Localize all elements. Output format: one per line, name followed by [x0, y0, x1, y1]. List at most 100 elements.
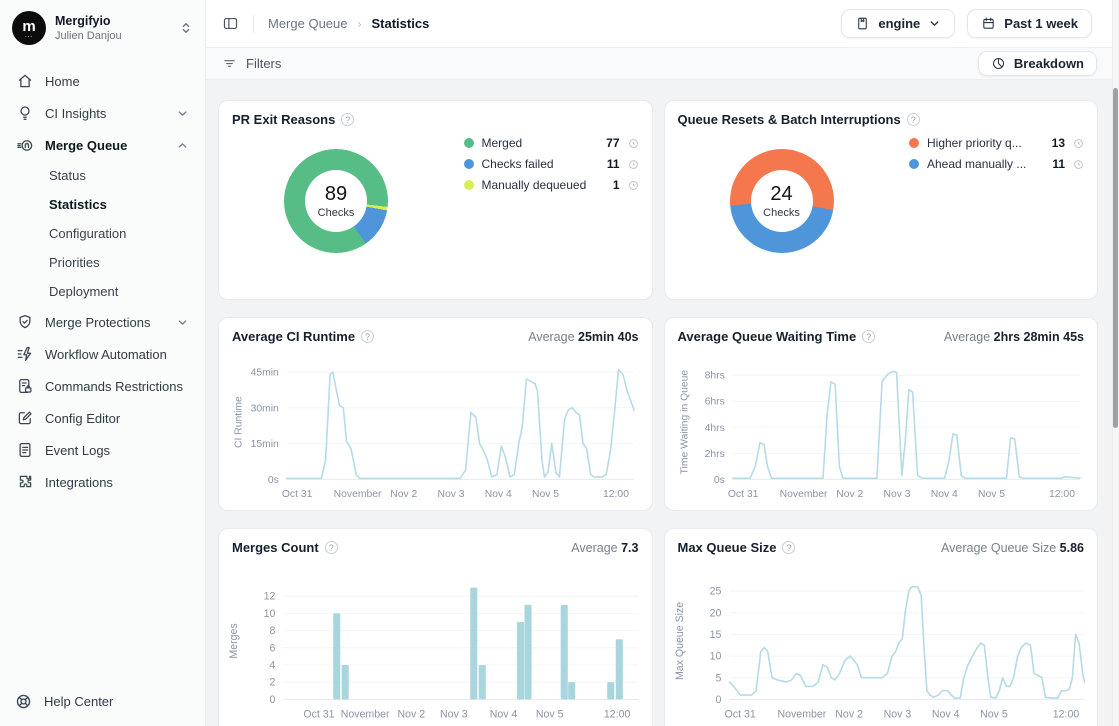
- help-icon[interactable]: ?: [361, 330, 374, 343]
- help-icon[interactable]: ?: [907, 113, 920, 126]
- filters-label: Filters: [246, 56, 281, 71]
- card-title: Max Queue Size: [678, 540, 777, 555]
- legend-value: 13: [1043, 136, 1065, 150]
- dashboard-content: PR Exit Reasons ? 89 Checks Me: [206, 80, 1119, 726]
- breadcrumb-merge-queue[interactable]: Merge Queue: [268, 16, 348, 31]
- svg-text:Nov 5: Nov 5: [980, 709, 1008, 721]
- chevron-down-icon: [176, 107, 189, 120]
- donut-total-label: Checks: [318, 207, 355, 219]
- legend-label: Checks failed: [482, 157, 590, 171]
- org-switcher[interactable]: m ... Mergifyio Julien Danjou: [0, 0, 205, 55]
- svg-text:Merges: Merges: [228, 623, 240, 658]
- card-title: Queue Resets & Batch Interruptions: [678, 112, 901, 127]
- svg-text:November: November: [334, 489, 382, 500]
- legend-dot: [909, 159, 919, 169]
- sidebar-item-integrations[interactable]: Integrations: [10, 466, 195, 498]
- calendar-icon: [981, 16, 996, 31]
- help-center-label: Help Center: [44, 694, 113, 709]
- legend-label: Manually dequeued: [482, 178, 590, 192]
- svg-text:November: November: [779, 489, 827, 500]
- sidebar: m ... Mergifyio Julien Danjou Home CI In…: [0, 0, 206, 726]
- filters-button[interactable]: Filters: [222, 56, 281, 71]
- org-block: Mergifyio Julien Danjou: [55, 14, 122, 42]
- sidebar-item-merge-queue[interactable]: Merge Queue: [10, 129, 195, 161]
- sidebar-toggle-icon[interactable]: [222, 15, 239, 32]
- svg-text:Nov 3: Nov 3: [437, 489, 464, 500]
- sidebar-subitem-deployment[interactable]: Deployment: [10, 277, 195, 306]
- sidebar-item-home[interactable]: Home: [10, 65, 195, 97]
- sidebar-subitem-statistics[interactable]: Statistics: [10, 190, 195, 219]
- svg-text:6hrs: 6hrs: [704, 397, 724, 408]
- svg-text:Max Queue Size: Max Queue Size: [674, 602, 686, 680]
- svg-text:15min: 15min: [251, 439, 279, 450]
- date-range-value: Past 1 week: [1004, 16, 1078, 31]
- org-user: Julien Danjou: [55, 30, 122, 42]
- card-title: Average CI Runtime: [232, 329, 355, 344]
- shield-icon: [16, 313, 34, 331]
- legend-value: 11: [598, 157, 620, 171]
- scrollbar-thumb[interactable]: [1113, 88, 1118, 428]
- svg-text:Nov 3: Nov 3: [440, 709, 468, 721]
- legend-dot: [464, 138, 474, 148]
- svg-text:12: 12: [264, 591, 276, 603]
- filter-icon: [222, 56, 237, 71]
- legend-value: 77: [598, 136, 620, 150]
- legend-item-higher-priority[interactable]: Higher priority q... 13: [909, 136, 1084, 150]
- pie-chart-icon: [991, 56, 1006, 71]
- date-range-button[interactable]: Past 1 week: [967, 9, 1092, 38]
- chevron-down-icon: [176, 316, 189, 329]
- card-queue-resets: Queue Resets & Batch Interruptions ? 24 …: [664, 100, 1099, 300]
- svg-text:0s: 0s: [713, 475, 724, 486]
- sidebar-subitem-status[interactable]: Status: [10, 161, 195, 190]
- sidebar-item-commands-restrictions[interactable]: Commands Restrictions: [10, 370, 195, 402]
- average-readout: Average Queue Size 5.86: [941, 541, 1084, 555]
- svg-text:Oct 31: Oct 31: [727, 489, 758, 500]
- svg-text:November: November: [777, 709, 826, 721]
- help-icon[interactable]: ?: [341, 113, 354, 126]
- edit-icon: [16, 409, 34, 427]
- sidebar-item-label: Commands Restrictions: [45, 379, 183, 394]
- legend-label: Higher priority q...: [927, 136, 1035, 150]
- breakdown-button[interactable]: Breakdown: [978, 51, 1097, 76]
- legend-item-ahead-manually[interactable]: Ahead manually ... 11: [909, 157, 1084, 171]
- card-pr-exit-reasons: PR Exit Reasons ? 89 Checks Me: [218, 100, 653, 300]
- sidebar-item-label: Merge Queue: [45, 138, 127, 153]
- help-icon[interactable]: ?: [862, 330, 875, 343]
- svg-text:0: 0: [270, 694, 276, 706]
- svg-text:2hrs: 2hrs: [704, 449, 724, 460]
- sidebar-item-label: Config Editor: [45, 411, 120, 426]
- breadcrumb-separator: ›: [358, 17, 362, 31]
- sidebar-item-label: Integrations: [45, 475, 113, 490]
- svg-text:20: 20: [709, 607, 721, 619]
- org-switcher-icon[interactable]: [179, 21, 193, 35]
- breakdown-label: Breakdown: [1014, 56, 1084, 71]
- help-center[interactable]: Help Center: [0, 677, 205, 726]
- sidebar-item-config-editor[interactable]: Config Editor: [10, 402, 195, 434]
- merges-count-chart: 024681012Oct 31NovemberNov 2Nov 3Nov 4No…: [225, 566, 643, 726]
- svg-text:45min: 45min: [251, 367, 279, 378]
- legend-item-merged[interactable]: Merged 77: [464, 136, 639, 150]
- engine-select[interactable]: engine: [841, 9, 955, 38]
- svg-text:Nov 5: Nov 5: [536, 709, 564, 721]
- document-icon: [16, 441, 34, 459]
- sidebar-subitem-priorities[interactable]: Priorities: [10, 248, 195, 277]
- sidebar-item-ci-insights[interactable]: CI Insights: [10, 97, 195, 129]
- average-readout: Average 25min 40s: [528, 330, 638, 344]
- sidebar-item-workflow-automation[interactable]: Workflow Automation: [10, 338, 195, 370]
- svg-text:2: 2: [270, 677, 276, 689]
- help-icon[interactable]: ?: [782, 541, 795, 554]
- help-icon[interactable]: ?: [325, 541, 338, 554]
- sidebar-item-label: Home: [45, 74, 80, 89]
- sidebar-item-merge-protections[interactable]: Merge Protections: [10, 306, 195, 338]
- svg-text:Nov 4: Nov 4: [490, 709, 518, 721]
- filter-bar: Filters Breakdown: [206, 48, 1119, 80]
- clock-icon: [1073, 159, 1084, 170]
- legend-item-manually-dequeued[interactable]: Manually dequeued 1: [464, 178, 639, 192]
- svg-text:November: November: [341, 709, 390, 721]
- sidebar-item-event-logs[interactable]: Event Logs: [10, 434, 195, 466]
- workflow-icon: [16, 345, 34, 363]
- sidebar-subitem-configuration[interactable]: Configuration: [10, 219, 195, 248]
- legend-dot: [464, 159, 474, 169]
- svg-text:Oct 31: Oct 31: [724, 709, 755, 721]
- legend-item-checks-failed[interactable]: Checks failed 11: [464, 157, 639, 171]
